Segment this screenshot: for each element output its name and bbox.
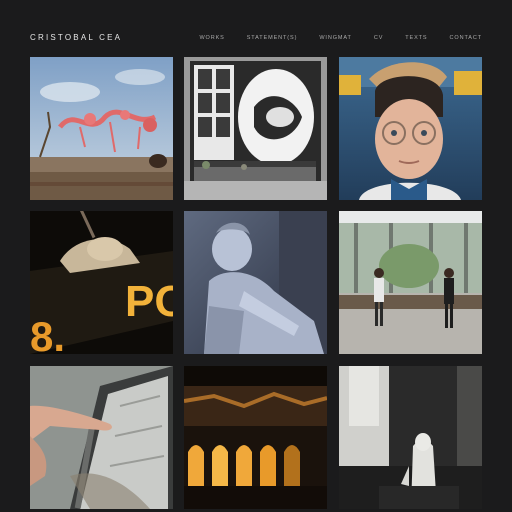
works-grid: PO 8. [30,57,482,512]
artwork-thumbnail [184,211,327,354]
nav-cv[interactable]: CV [374,35,383,41]
site-logo-title[interactable]: CRISTOBAL CEA [30,33,122,42]
artwork-thumbnail [184,366,327,509]
svg-text:8.: 8. [30,313,65,354]
artwork-thumbnail: PO 8. [30,211,173,354]
nav-texts[interactable]: TEXTS [405,35,427,41]
artwork-thumbnail [184,57,327,200]
tile-surreal-landscape-creature[interactable] [30,57,173,200]
nav-contact[interactable]: CONTACT [450,35,482,41]
site-header: CRISTOBAL CEA WORKS STATEMENT(S) WINGMAT… [0,0,512,56]
tile-gallery-performers[interactable] [339,211,482,354]
nav-wingmat[interactable]: WINGMAT [319,35,351,41]
tile-led-sign-figure[interactable]: PO 8. [30,211,173,354]
nav-statements[interactable]: STATEMENT(S) [247,35,298,41]
artwork-thumbnail [339,57,482,200]
artwork-thumbnail [339,211,482,354]
tile-glowing-arches[interactable] [184,366,327,509]
tile-classical-statue[interactable] [184,211,327,354]
artwork-thumbnail [30,57,173,200]
tile-ghost-figure-hallway[interactable] [339,366,482,509]
svg-text:PO: PO [125,277,173,326]
tile-hand-tablet[interactable] [30,366,173,509]
tile-3d-boy-with-glasses[interactable] [339,57,482,200]
nav-works[interactable]: WORKS [199,35,224,41]
main-nav: WORKS STATEMENT(S) WINGMAT CV TEXTS CONT… [177,35,482,41]
artwork-thumbnail [30,366,173,509]
tile-window-sculpture[interactable] [184,57,327,200]
artwork-thumbnail [339,366,482,509]
